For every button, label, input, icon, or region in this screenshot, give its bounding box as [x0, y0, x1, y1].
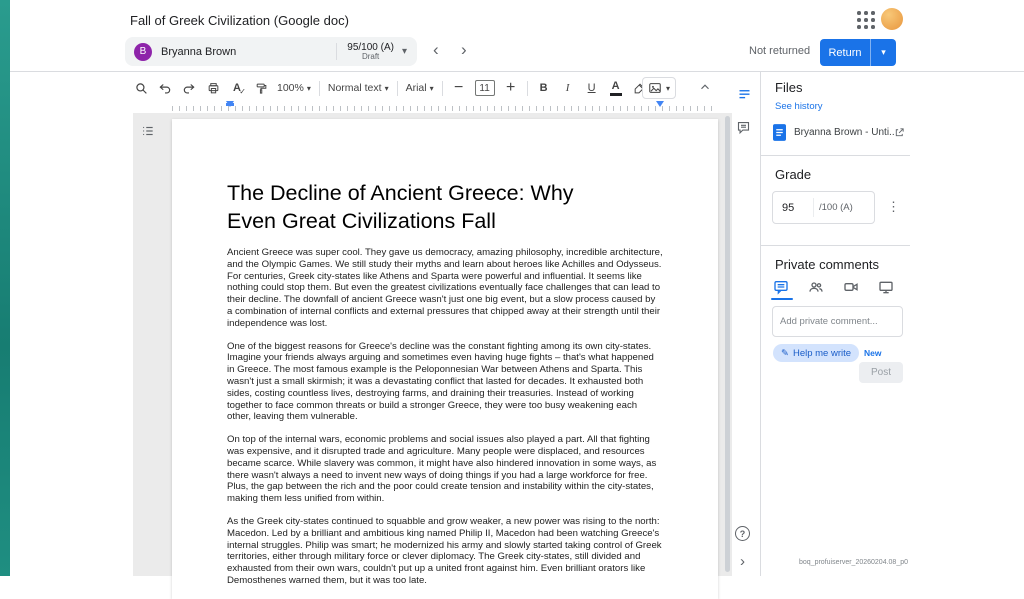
document-title-line: The Decline of Ancient Greece: Why	[227, 179, 663, 207]
grade-input[interactable]	[773, 202, 813, 214]
help-icon[interactable]: ?	[735, 526, 750, 541]
people-tab-icon[interactable]	[808, 279, 824, 295]
italic-button[interactable]: I	[560, 80, 576, 96]
print-icon[interactable]	[205, 80, 221, 96]
ruler-ticks	[172, 106, 718, 111]
grade-more-options-icon[interactable]: ⋮	[887, 199, 900, 215]
hide-menus-button[interactable]	[698, 80, 712, 94]
section-divider	[761, 245, 910, 246]
underline-button[interactable]: U	[584, 80, 600, 96]
comment-type-tabs	[773, 279, 894, 295]
new-badge: New	[864, 348, 881, 358]
grade-field-divider	[813, 198, 814, 217]
file-list-item[interactable]: Bryanna Brown - Unti...	[767, 117, 907, 147]
font-size-input[interactable]: 11	[475, 80, 495, 96]
right-indent-marker[interactable]	[656, 101, 664, 107]
header-divider	[10, 71, 1024, 72]
build-label: boq_profuiserver_20260204.08_p0	[760, 559, 908, 566]
video-tab-icon[interactable]	[843, 279, 859, 295]
spellcheck-icon[interactable]: A✓	[229, 80, 245, 96]
toolbar-divider	[527, 81, 528, 96]
return-split-button: Return ▾	[820, 39, 896, 66]
increase-font-size-button[interactable]: +	[503, 80, 519, 96]
chevron-down-icon: ▾	[430, 84, 434, 93]
docs-toolbar: A✓ 100%▾ Normal text▾ Arial▾ − 11 + B I …	[133, 76, 681, 100]
return-menu-button[interactable]: ▾	[870, 39, 896, 66]
user-avatar[interactable]	[881, 8, 903, 30]
document-paragraph: Ancient Greece was super cool. They gave…	[227, 247, 663, 330]
expand-panel-icon[interactable]: ›	[740, 553, 745, 570]
student-avatar: B	[134, 43, 152, 61]
toolbar-divider	[319, 81, 320, 96]
image-icon	[648, 81, 662, 95]
document-title-line: Even Great Civilizations Fall	[227, 207, 663, 235]
toolbar-divider	[397, 81, 398, 96]
pencil-icon: ✎	[781, 348, 789, 359]
present-screen-tab-icon[interactable]	[878, 279, 894, 295]
chevron-down-icon: ▾	[666, 84, 670, 93]
page-title: Fall of Greek Civilization (Google doc)	[130, 13, 349, 28]
chevron-down-icon: ▾	[385, 84, 389, 93]
section-divider	[761, 155, 910, 156]
see-history-link[interactable]: See history	[775, 101, 823, 112]
return-status-label: Not returned	[749, 45, 810, 57]
document-scrollbar[interactable]	[725, 116, 730, 572]
undo-icon[interactable]	[157, 80, 173, 96]
paragraph-style-select[interactable]: Normal text▾	[328, 82, 389, 94]
selected-tab-indicator	[771, 298, 793, 300]
panel-divider	[760, 72, 761, 576]
student-grade-block: 95/100 (A) Draft	[347, 42, 394, 62]
help-me-write-button[interactable]: ✎ Help me write	[773, 344, 859, 362]
files-section-title: Files	[775, 80, 802, 95]
grade-status: Draft	[347, 53, 394, 62]
bold-button[interactable]: B	[536, 80, 552, 96]
font-select[interactable]: Arial▾	[406, 82, 434, 94]
grade-field: /100 (A)	[772, 191, 875, 224]
post-button[interactable]: Post	[859, 362, 903, 383]
open-in-new-icon[interactable]	[894, 127, 905, 138]
student-name: Bryanna Brown	[161, 46, 336, 58]
grade-section-title: Grade	[775, 167, 811, 182]
grade-denominator: /100 (A)	[819, 202, 853, 213]
text-comment-tab-icon[interactable]	[773, 279, 789, 295]
pill-divider	[336, 43, 337, 60]
document-paragraph: As the Greek city-states continued to sq…	[227, 516, 663, 587]
file-name: Bryanna Brown - Unti...	[794, 127, 894, 138]
document-page[interactable]: The Decline of Ancient Greece: Why Even …	[172, 119, 718, 599]
feedback-summary-icon[interactable]	[737, 87, 752, 102]
private-comments-title: Private comments	[775, 257, 879, 272]
search-icon[interactable]	[133, 80, 149, 96]
insert-image-button[interactable]: ▾	[642, 77, 676, 99]
left-indent-marker[interactable]	[226, 101, 234, 107]
decrease-font-size-button[interactable]: −	[451, 80, 467, 96]
zoom-select[interactable]: 100%▾	[277, 82, 311, 94]
chevron-down-icon: ▾	[402, 46, 407, 57]
return-button[interactable]: Return	[820, 39, 870, 66]
side-accent-strip	[0, 0, 10, 576]
next-student-button[interactable]: ›	[461, 40, 467, 60]
student-grade: 95/100 (A)	[347, 42, 394, 53]
private-comment-input[interactable]	[772, 306, 903, 337]
show-outline-icon[interactable]	[141, 124, 155, 138]
toolbar-divider	[442, 81, 443, 96]
chevron-down-icon: ▾	[307, 84, 311, 93]
add-comment-icon[interactable]	[736, 120, 751, 135]
google-doc-icon	[773, 124, 786, 141]
previous-student-button[interactable]: ‹	[433, 40, 439, 60]
redo-icon[interactable]	[181, 80, 197, 96]
student-selector[interactable]: B Bryanna Brown 95/100 (A) Draft ▾	[125, 37, 417, 66]
document-paragraph: One of the biggest reasons for Greece's …	[227, 341, 663, 424]
paint-format-icon[interactable]	[253, 80, 269, 96]
apps-grid-icon[interactable]	[856, 10, 876, 30]
ruler[interactable]	[133, 100, 732, 113]
text-color-button[interactable]: A	[608, 80, 624, 96]
document-paragraph: On top of the internal wars, economic pr…	[227, 434, 663, 505]
